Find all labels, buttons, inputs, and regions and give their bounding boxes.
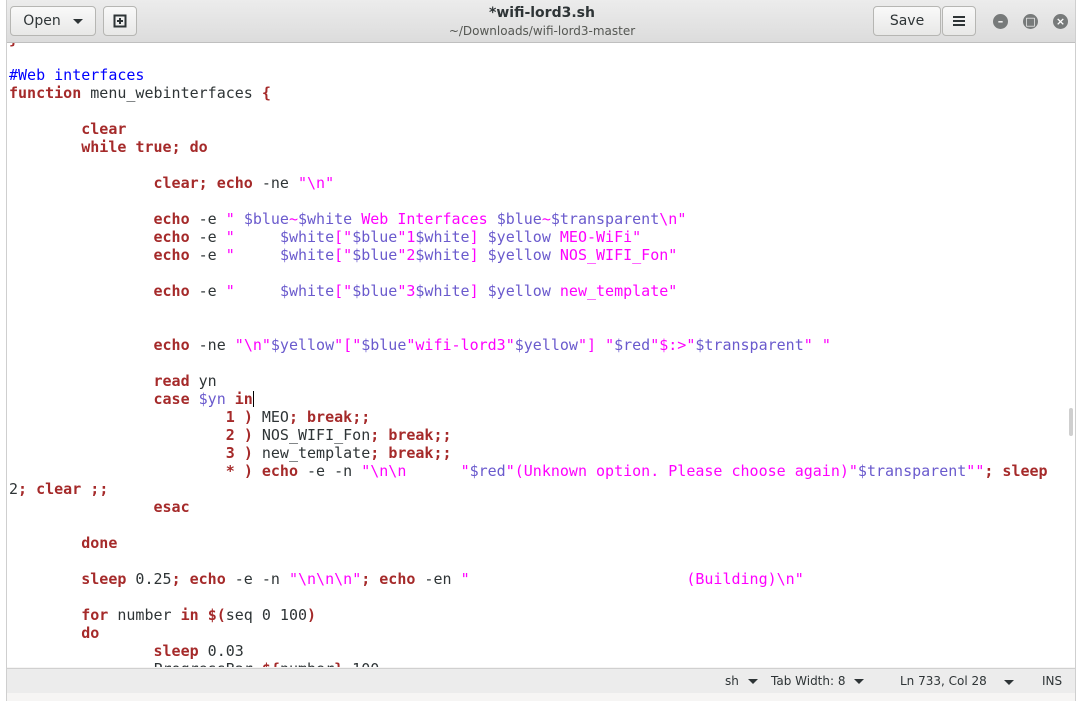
chevron-down-icon	[747, 678, 758, 684]
minimize-icon: –	[997, 15, 1004, 28]
minimize-button[interactable]: –	[993, 14, 1008, 29]
close-icon: ×	[1055, 15, 1066, 28]
vertical-scrollbar[interactable]	[1069, 408, 1073, 436]
new-tab-icon	[113, 14, 127, 28]
text-editor[interactable]: } #Web interfaces function menu_webinter…	[7, 43, 1075, 667]
status-bar: sh Tab Width: 8 Ln 733, Col 28 INS	[7, 668, 1075, 693]
chevron-down-icon	[854, 678, 865, 684]
chevron-down-icon	[1004, 680, 1014, 685]
close-button[interactable]: ×	[1053, 14, 1068, 29]
new-tab-button[interactable]	[103, 6, 137, 36]
open-button[interactable]: Open	[10, 6, 96, 36]
language-selector[interactable]: sh	[725, 674, 758, 688]
window-title: *wifi-lord3.sh	[489, 5, 595, 21]
tab-width-label: Tab Width: 8	[771, 674, 846, 688]
maximize-icon: □	[1025, 15, 1036, 28]
insert-mode-indicator: INS	[1042, 674, 1063, 688]
menu-button[interactable]	[942, 6, 976, 36]
cursor-position[interactable]: Ln 733, Col 28	[900, 674, 987, 688]
header-bar: Open *wifi-lord3.sh ~/Downloads/wifi-lor…	[7, 0, 1075, 43]
window-subtitle: ~/Downloads/wifi-lord3-master	[448, 24, 636, 38]
open-button-label: Open	[23, 13, 61, 29]
maximize-button[interactable]: □	[1023, 14, 1038, 29]
text-cursor	[252, 391, 254, 407]
language-label: sh	[725, 674, 739, 688]
cursor-position-label: Ln 733, Col 28	[900, 674, 987, 688]
gedit-window: Open *wifi-lord3.sh ~/Downloads/wifi-lor…	[6, 0, 1076, 701]
code-text[interactable]: } #Web interfaces function menu_webinter…	[9, 43, 1048, 667]
hamburger-menu-icon	[953, 16, 965, 26]
tab-width-selector[interactable]: Tab Width: 8	[771, 674, 865, 688]
chevron-down-icon	[72, 18, 83, 24]
save-button[interactable]: Save	[873, 6, 941, 36]
cursor-position-dropdown[interactable]	[1004, 680, 1014, 685]
